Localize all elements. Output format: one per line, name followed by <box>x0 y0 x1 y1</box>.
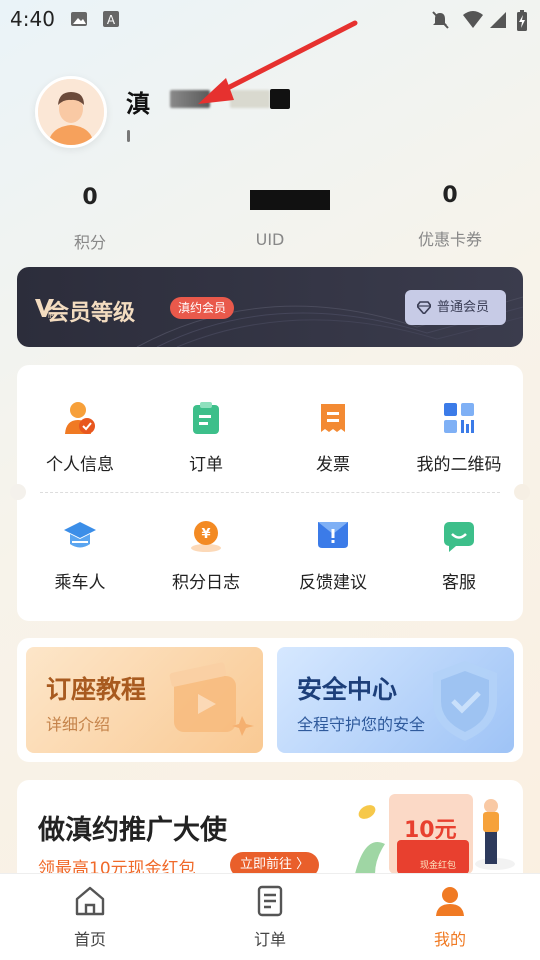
membership-badge: 滇约会员 <box>170 297 235 319</box>
points-label: 积分 <box>73 233 106 252</box>
points-log-icon: ¥ <box>191 521 221 552</box>
ambassador-ticket-label: 现金红包 <box>420 861 457 871</box>
grid-item-feedback[interactable]: 反馈建议 <box>270 518 396 593</box>
grid-item-invoice[interactable]: 发票 <box>270 400 396 475</box>
grid-item-points-log[interactable]: ¥ 积分日志 <box>143 518 269 593</box>
customer-service-icon <box>444 522 474 552</box>
security-center-subtitle: 全程守护您的安全 <box>297 715 426 734</box>
shield-icon <box>433 661 497 741</box>
video-play-icon <box>169 662 254 736</box>
home-icon <box>75 886 105 916</box>
security-center-card[interactable]: 安全中心 全程守护您的安全 <box>277 647 514 753</box>
security-center-title: 安全中心 <box>297 675 398 704</box>
diamond-icon <box>417 301 431 314</box>
uid-redacted <box>250 190 330 210</box>
membership-title: 会员等级 <box>47 301 136 326</box>
nav-orders[interactable]: 订单 <box>180 884 360 950</box>
document-icon <box>257 885 283 917</box>
text-a-icon: A <box>103 11 119 27</box>
person-info-icon <box>65 402 95 434</box>
person-avatar-icon <box>38 79 104 145</box>
uid-label: UID <box>255 230 285 249</box>
booking-tutorial-subtitle: 详细介绍 <box>46 715 111 734</box>
user-icon <box>436 887 464 916</box>
grid-item-orders[interactable]: 订单 <box>143 400 269 475</box>
booking-tutorial-card[interactable]: 订座教程 详细介绍 <box>26 647 263 753</box>
nav-home[interactable]: 首页 <box>0 884 180 950</box>
wifi-icon <box>463 11 483 28</box>
qr-code-icon <box>444 403 474 433</box>
avatar[interactable] <box>35 76 107 148</box>
nav-mine[interactable]: 我的 <box>360 884 540 950</box>
svg-text:¥: ¥ <box>201 527 210 542</box>
booking-tutorial-title: 订座教程 <box>46 675 147 704</box>
points-value: 0 <box>82 185 98 210</box>
grid-item-customer-service[interactable]: 客服 <box>396 518 522 593</box>
redacted-subtitle <box>127 130 130 142</box>
grid-item-personal-info[interactable]: 个人信息 <box>17 400 143 475</box>
ambassador-amount: 10元 <box>404 818 457 843</box>
order-clipboard-icon <box>193 402 219 434</box>
svg-text:A: A <box>107 13 116 27</box>
feedback-icon <box>318 522 348 548</box>
membership-level-label: 普通会员 <box>437 300 490 315</box>
annotation-arrow <box>198 20 358 104</box>
card-notch-left <box>10 484 26 500</box>
nav-home-label: 首页 <box>73 930 106 949</box>
status-time: 4:40 <box>10 7 55 31</box>
coupon-label: 优惠卡券 <box>417 230 482 249</box>
user-name: 滇 <box>126 90 150 118</box>
ambassador-title: 做滇约推广大使 <box>38 815 227 846</box>
nav-mine-label: 我的 <box>433 930 466 949</box>
coupon-value: 0 <box>442 183 458 208</box>
membership-level-button[interactable]: 普通会员 <box>405 290 506 325</box>
invoice-icon <box>321 404 345 432</box>
card-notch-right <box>514 484 530 500</box>
signal-icon <box>490 12 506 28</box>
mute-bell-icon <box>432 11 449 29</box>
grid-item-qr-code[interactable]: 我的二维码 <box>396 400 522 475</box>
grid-item-passengers[interactable]: 乘车人 <box>17 518 143 593</box>
gallery-icon <box>71 12 87 26</box>
grid-divider <box>40 492 500 493</box>
nav-orders-label: 订单 <box>253 930 286 949</box>
battery-icon <box>517 10 527 31</box>
passenger-icon <box>64 522 96 548</box>
